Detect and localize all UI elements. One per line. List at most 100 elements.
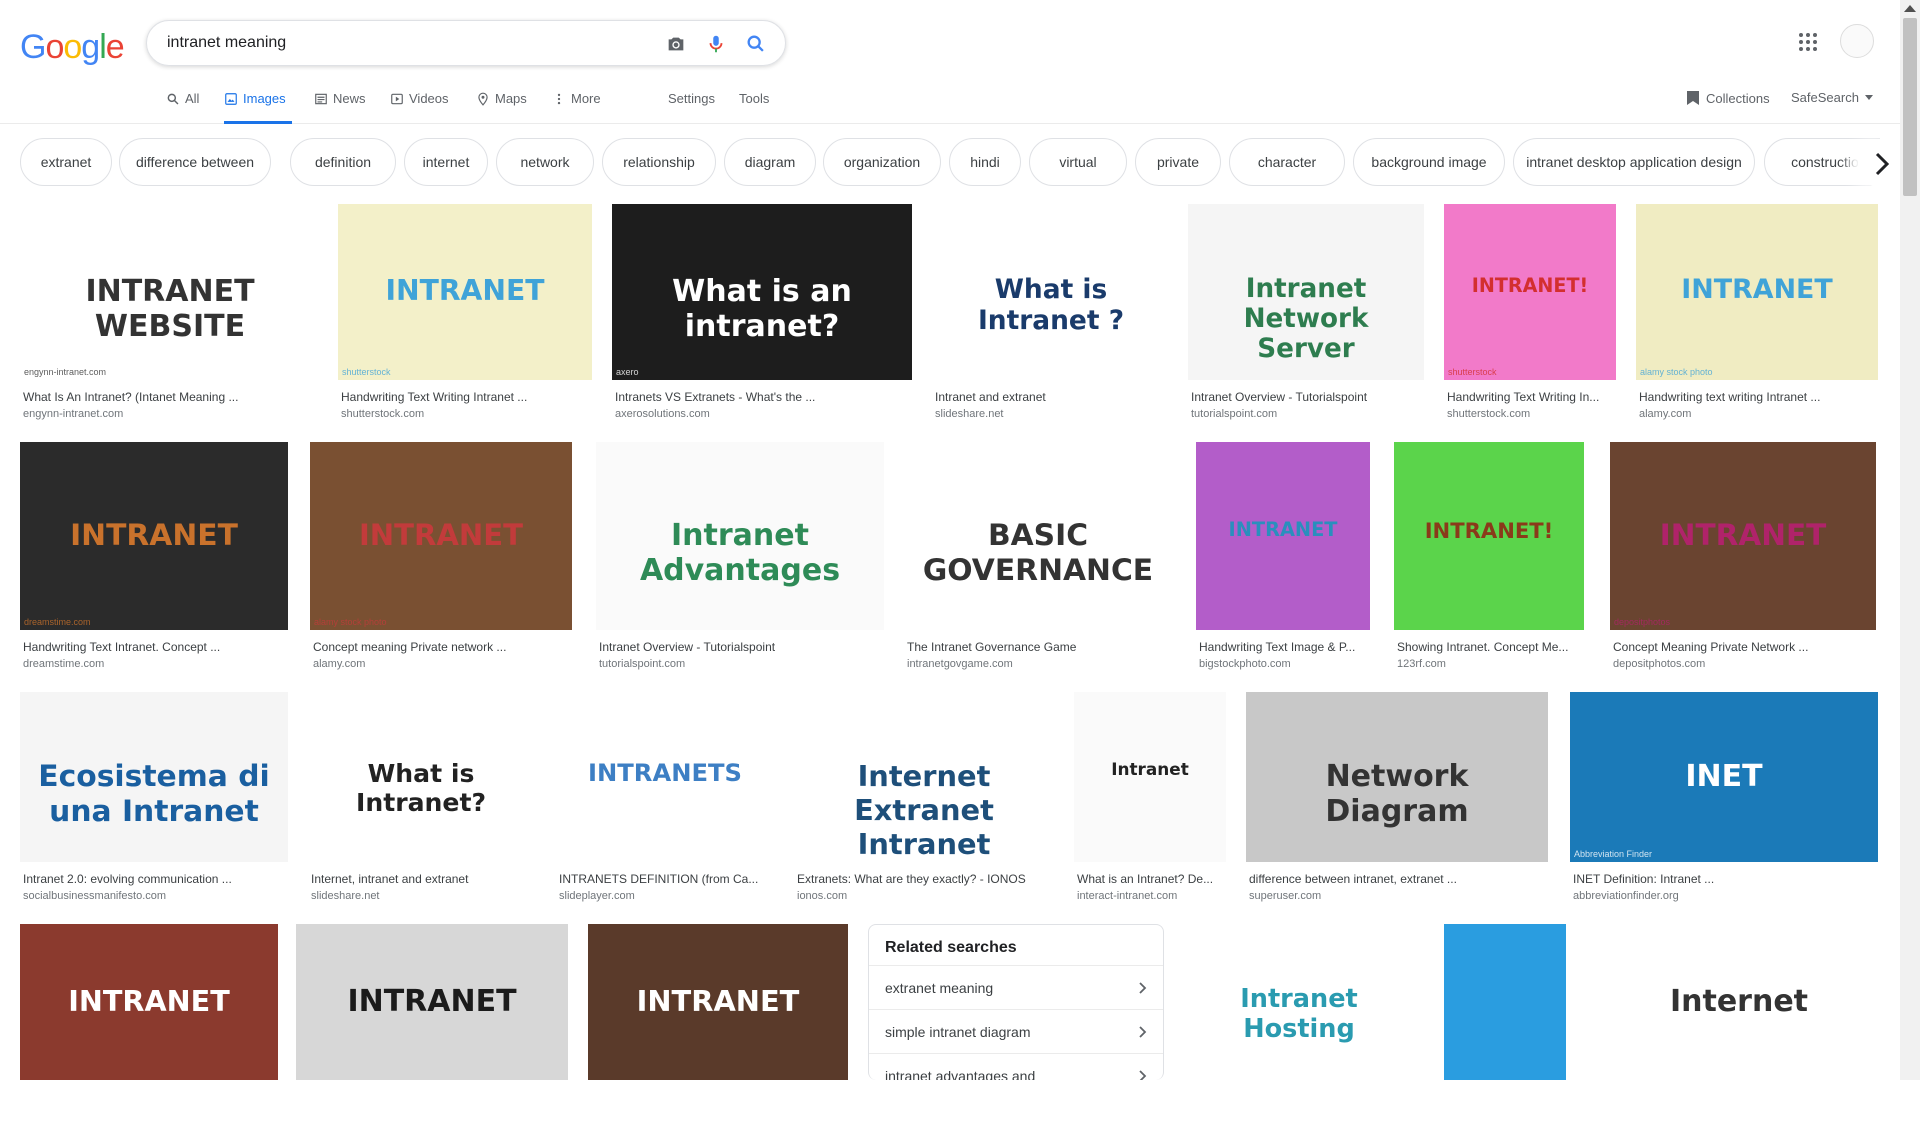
result-source[interactable]: alamy.com xyxy=(313,658,571,670)
result-thumbnail[interactable]: What is Intranet ? xyxy=(932,204,1170,380)
tab-maps[interactable]: Maps xyxy=(476,88,527,124)
result-caption[interactable]: Handwriting text writing Intranet ... xyxy=(1639,390,1877,404)
result-caption[interactable]: Concept Meaning Private Network ... xyxy=(1613,640,1875,654)
result-source[interactable]: shutterstock.com xyxy=(1447,408,1615,420)
chip-organization[interactable]: organization xyxy=(823,138,941,186)
result-source[interactable]: dreamstime.com xyxy=(23,658,287,670)
result-thumbnail[interactable]: INTRANETS xyxy=(556,692,774,862)
result-caption[interactable]: Handwriting Text Intranet. Concept ... xyxy=(23,640,287,654)
result-caption[interactable]: Concept meaning Private network ... xyxy=(313,640,571,654)
image-result[interactable]: Ecosistema di una Intranet Intranet 2.0: … xyxy=(20,692,288,906)
image-result[interactable]: Intranet Advantages Intranet Overview - T… xyxy=(596,442,884,674)
tab-all[interactable]: All xyxy=(166,88,199,124)
result-thumbnail[interactable]: BASIC GOVERNANCE xyxy=(904,442,1172,630)
chip-character[interactable]: character xyxy=(1229,138,1345,186)
result-thumbnail[interactable]: Internet xyxy=(1600,924,1878,1080)
scrollbar-thumb[interactable] xyxy=(1903,18,1917,196)
result-caption[interactable]: Handwriting Text Writing Intranet ... xyxy=(341,390,591,404)
result-thumbnail[interactable]: INTRANET WEBSITE engynn-intranet.com xyxy=(20,204,320,380)
result-source[interactable]: abbreviationfinder.org xyxy=(1573,890,1877,902)
result-caption[interactable]: difference between intranet, extranet ..… xyxy=(1249,872,1547,886)
result-thumbnail[interactable]: INTRANET xyxy=(588,924,848,1080)
result-source[interactable]: socialbusinessmanifesto.com xyxy=(23,890,287,902)
image-result[interactable]: Intranet Network Server Intranet Overview… xyxy=(1188,204,1424,424)
result-thumbnail[interactable]: INTRANET! xyxy=(1394,442,1584,630)
search-box[interactable] xyxy=(146,20,786,66)
image-result[interactable]: Intranet Hosting xyxy=(1184,924,1414,1124)
related-search-item[interactable]: simple intranet diagram xyxy=(869,1009,1163,1053)
chip-difference-between[interactable]: difference between xyxy=(119,138,271,186)
collections-link[interactable]: Collections xyxy=(1686,90,1770,106)
result-thumbnail[interactable]: INTRANET shutterstock xyxy=(338,204,592,380)
image-result[interactable]: INTRANET xyxy=(20,924,278,1124)
result-caption[interactable]: INTRANETS DEFINITION (from Ca... xyxy=(559,872,773,886)
image-result[interactable]: Network Diagram difference between intran… xyxy=(1246,692,1548,906)
result-caption[interactable]: What is an Intranet? De... xyxy=(1077,872,1225,886)
related-search-item[interactable]: extranet meaning xyxy=(869,965,1163,1009)
tab-news[interactable]: News xyxy=(314,88,366,124)
image-result[interactable]: Internet xyxy=(1600,924,1878,1124)
result-thumbnail[interactable]: INTRANET! shutterstock xyxy=(1444,204,1616,380)
result-thumbnail[interactable]: Intranet Hosting xyxy=(1184,924,1414,1080)
account-avatar[interactable] xyxy=(1840,24,1874,58)
result-caption[interactable]: Intranet and extranet xyxy=(935,390,1169,404)
scroll-up-arrow[interactable] xyxy=(1904,5,1916,12)
result-caption[interactable]: Intranet 2.0: evolving communication ... xyxy=(23,872,287,886)
result-source[interactable]: shutterstock.com xyxy=(341,408,591,420)
result-source[interactable]: depositphotos.com xyxy=(1613,658,1875,670)
chip-virtual[interactable]: virtual xyxy=(1029,138,1127,186)
result-thumbnail[interactable]: INTRANET xyxy=(20,924,278,1080)
chip-extranet[interactable]: extranet xyxy=(20,138,112,186)
result-source[interactable]: slideshare.net xyxy=(935,408,1169,420)
result-source[interactable]: axerosolutions.com xyxy=(615,408,911,420)
image-result[interactable]: INTRANET Handwriting Text Image & P... big… xyxy=(1196,442,1370,674)
result-thumbnail[interactable]: INTRANET xyxy=(296,924,568,1080)
related-search-item[interactable]: intranet advantages and xyxy=(869,1053,1163,1080)
result-thumbnail[interactable]: INTRANET dreamstime.com xyxy=(20,442,288,630)
search-input[interactable] xyxy=(167,31,647,55)
apps-grid-icon[interactable] xyxy=(1796,30,1820,54)
image-result[interactable]: Internet Extranet Intranet Extranets: Wha… xyxy=(794,692,1054,906)
image-result[interactable]: INTRANETS INTRANETS DEFINITION (from Ca..… xyxy=(556,692,774,906)
image-result[interactable]: What is Intranet? Internet, intranet and … xyxy=(308,692,534,906)
result-thumbnail[interactable]: INTRANET xyxy=(1196,442,1370,630)
search-icon[interactable] xyxy=(745,33,767,55)
result-caption[interactable]: Internet, intranet and extranet xyxy=(311,872,533,886)
chip-private[interactable]: private xyxy=(1135,138,1221,186)
image-result[interactable]: BASIC GOVERNANCE The Intranet Governance … xyxy=(904,442,1172,674)
image-result[interactable]: INTRANET WEBSITE engynn-intranet.com What … xyxy=(20,204,320,424)
result-caption[interactable]: Handwriting Text Image & P... xyxy=(1199,640,1369,654)
chip-definition[interactable]: definition xyxy=(290,138,396,186)
result-source[interactable]: ionos.com xyxy=(797,890,1053,902)
result-thumbnail[interactable] xyxy=(1444,924,1566,1080)
result-source[interactable]: tutorialspoint.com xyxy=(1191,408,1423,420)
tab-more[interactable]: More xyxy=(552,88,601,124)
result-source[interactable]: 123rf.com xyxy=(1397,658,1583,670)
tools-link[interactable]: Tools xyxy=(739,91,769,106)
result-caption[interactable]: Handwriting Text Writing In... xyxy=(1447,390,1615,404)
chip-diagram[interactable]: diagram xyxy=(724,138,816,186)
chips-next-button[interactable] xyxy=(1858,140,1906,188)
image-result[interactable]: INTRANET dreamstime.com Handwriting Text I… xyxy=(20,442,288,674)
chip-hindi[interactable]: hindi xyxy=(949,138,1021,186)
result-caption[interactable]: INET Definition: Intranet ... xyxy=(1573,872,1877,886)
result-source[interactable]: bigstockphoto.com xyxy=(1199,658,1369,670)
result-thumbnail[interactable]: Intranet Advantages xyxy=(596,442,884,630)
result-source[interactable]: alamy.com xyxy=(1639,408,1877,420)
result-source[interactable]: slideplayer.com xyxy=(559,890,773,902)
result-caption[interactable]: What Is An Intranet? (Intanet Meaning ..… xyxy=(23,390,319,404)
settings-link[interactable]: Settings xyxy=(668,91,715,106)
image-result[interactable]: What is Intranet ? Intranet and extranet s… xyxy=(932,204,1170,424)
result-thumbnail[interactable]: INTRANET depositphotos xyxy=(1610,442,1876,630)
result-thumbnail[interactable]: Internet Extranet Intranet xyxy=(794,692,1054,862)
result-thumbnail[interactable]: Intranet xyxy=(1074,692,1226,862)
camera-icon[interactable] xyxy=(665,33,687,55)
image-result[interactable]: INTRANET xyxy=(588,924,848,1124)
chip-intranet-desktop-application-design[interactable]: intranet desktop application design xyxy=(1513,138,1755,186)
result-source[interactable]: tutorialspoint.com xyxy=(599,658,883,670)
result-caption[interactable]: Showing Intranet. Concept Me... xyxy=(1397,640,1583,654)
result-source[interactable]: interact-intranet.com xyxy=(1077,890,1225,902)
result-thumbnail[interactable]: Intranet Network Server xyxy=(1188,204,1424,380)
image-result[interactable]: INTRANET depositphotos Concept Meaning Pri… xyxy=(1610,442,1876,674)
chip-relationship[interactable]: relationship xyxy=(602,138,716,186)
